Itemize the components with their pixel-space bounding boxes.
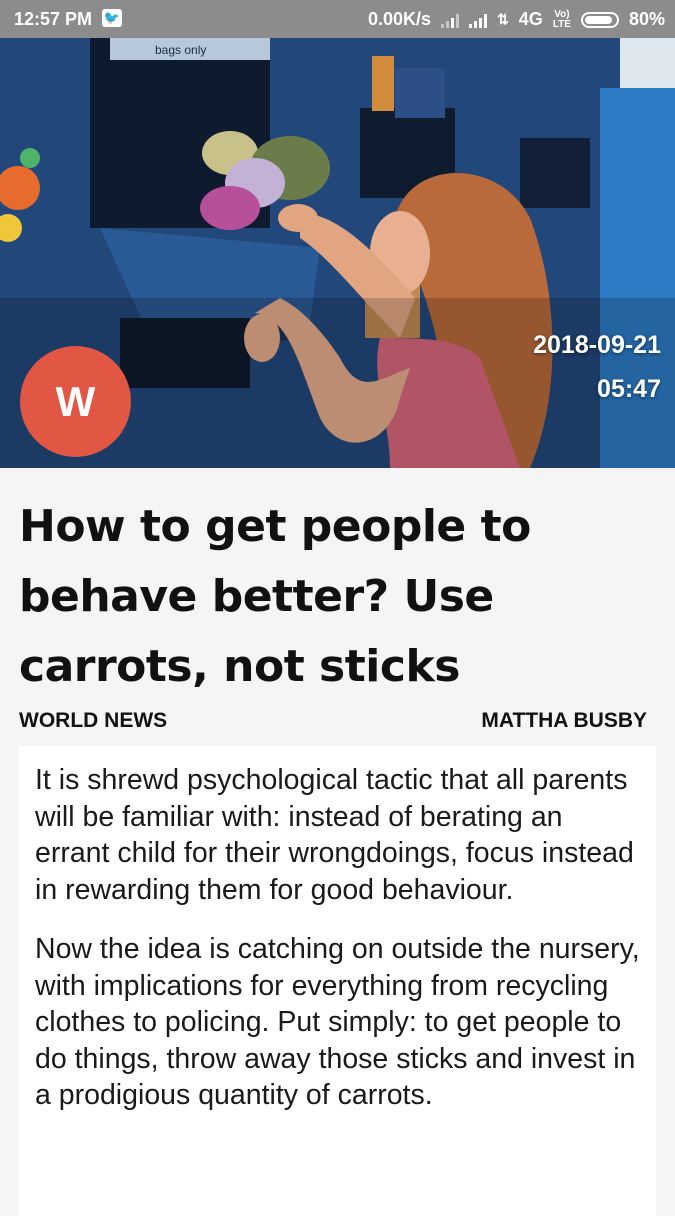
publish-time: 05:47 <box>597 375 661 403</box>
status-time: 12:57 PM <box>14 9 93 29</box>
network-type: 4G <box>518 9 543 29</box>
article-category[interactable]: WORLD NEWS <box>19 709 167 733</box>
article-author[interactable]: MATTHA BUSBY <box>481 709 647 733</box>
volte-icon: Vo) LTE <box>552 8 571 30</box>
status-bar: 12:57 PM 🐦 0.00K/s ⇅ 4G Vo) LTE 80% <box>0 0 675 38</box>
article-paragraph: It is shrewd psychological tactic that a… <box>35 764 634 906</box>
battery-icon <box>580 11 619 28</box>
twitter-icon: 🐦 <box>102 9 122 27</box>
bin-label: bags only <box>155 43 206 57</box>
publish-date: 2018-09-21 <box>533 331 661 359</box>
signal-icon <box>441 12 460 28</box>
article-paragraph: Now the idea is catching on outside the … <box>35 933 640 1111</box>
hero-image[interactable]: bags only W 2018-09-21 05:47 <box>0 38 675 468</box>
signal-icon-2 <box>469 12 488 28</box>
status-indicators: 0.00K/s ⇅ 4G Vo) LTE 80% <box>368 9 665 30</box>
source-avatar: W <box>20 346 131 457</box>
article-meta: WORLD NEWS MATTHA BUSBY <box>19 709 647 737</box>
net-speed: 0.00K/s <box>368 9 432 29</box>
publish-datetime: 2018-09-21 05:47 <box>533 323 661 411</box>
data-arrows-icon: ⇅ <box>497 11 509 27</box>
battery-level: 80% <box>628 9 665 29</box>
article-title: How to get people to behave better? Use … <box>19 501 531 692</box>
article-body[interactable]: It is shrewd psychological tactic that a… <box>19 746 656 1216</box>
